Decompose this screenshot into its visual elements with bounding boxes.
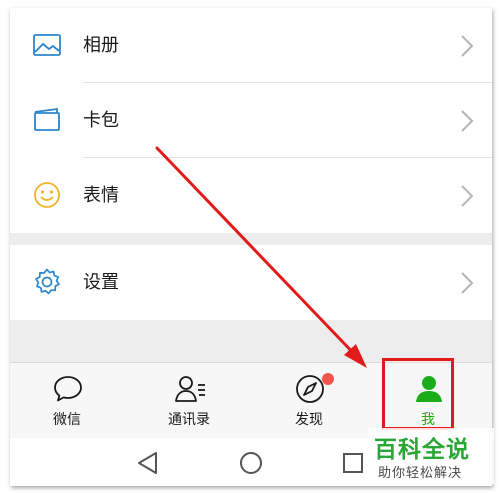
chat-bubble-icon: [54, 376, 82, 402]
menu-item-cards[interactable]: 卡包: [10, 83, 492, 158]
tab-label: 发现: [295, 412, 323, 428]
chevron-right-icon: [461, 35, 474, 57]
back-triangle-icon[interactable]: [135, 450, 161, 476]
tab-label: 通讯录: [168, 412, 210, 428]
chevron-right-icon: [461, 272, 474, 294]
annotation-highlight-box: [382, 358, 454, 430]
card-wallet-icon: [34, 107, 60, 131]
menu-item-settings[interactable]: 设置: [10, 245, 492, 320]
watermark-title: 百科全说: [374, 437, 470, 463]
tab-label: 微信: [53, 412, 81, 428]
tab-discover[interactable]: 发现: [254, 363, 364, 439]
menu-item-label: 表情: [83, 185, 119, 206]
contacts-icon: [175, 376, 205, 402]
menu-item-label: 相册: [83, 35, 119, 56]
watermark-logo: 百科全说 助你轻松解决: [368, 428, 494, 484]
emoji-smile-icon: [34, 182, 60, 208]
notification-dot: [322, 373, 334, 385]
menu-item-album[interactable]: 相册: [10, 8, 492, 83]
menu-group-top: 相册 卡包 表情: [10, 8, 492, 233]
chevron-right-icon: [461, 110, 474, 132]
photo-album-icon: [33, 34, 61, 56]
tab-chats[interactable]: 微信: [12, 363, 122, 439]
home-circle-icon[interactable]: [238, 450, 264, 476]
watermark-subtitle: 助你轻松解决: [378, 466, 463, 481]
menu-item-label: 卡包: [83, 110, 119, 131]
tab-contacts[interactable]: 通讯录: [134, 363, 244, 439]
menu-group-bottom: 设置: [10, 245, 492, 320]
menu-item-label: 设置: [83, 272, 119, 293]
menu-item-stickers[interactable]: 表情: [10, 158, 492, 233]
chevron-right-icon: [461, 185, 474, 207]
gear-icon: [35, 268, 60, 295]
recents-square-icon[interactable]: [340, 450, 366, 476]
